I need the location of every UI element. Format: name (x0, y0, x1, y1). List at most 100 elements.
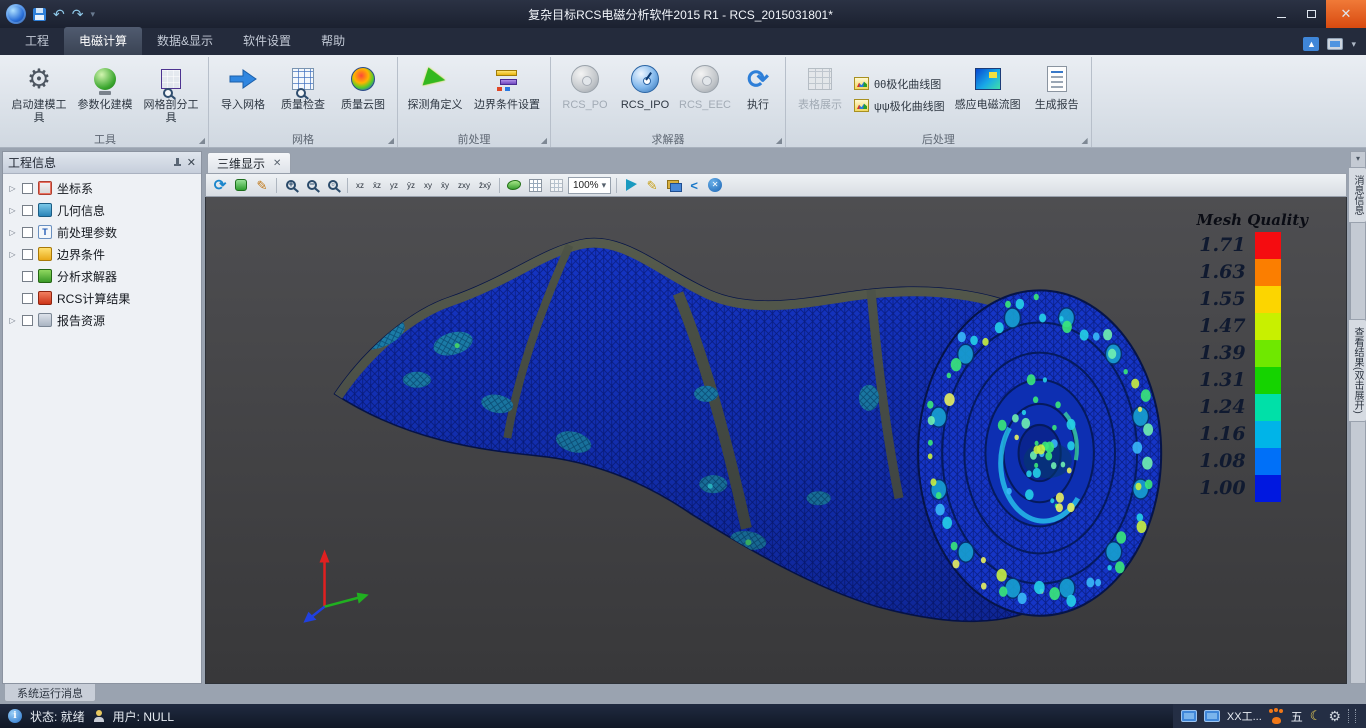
generate-report-button[interactable]: 生成报告 (1028, 59, 1086, 130)
tab-em-computation[interactable]: 电磁计算 (64, 27, 142, 55)
checkbox[interactable] (22, 293, 33, 304)
tree-item-report-resources[interactable]: ▷ 报告资源 (3, 309, 201, 331)
rcs-po-button[interactable]: RCS_PO (556, 59, 614, 130)
checkbox[interactable] (22, 271, 33, 282)
rcs-eec-button[interactable]: RCS_EEC (676, 59, 734, 130)
annotate-button[interactable]: ✎ (643, 176, 661, 194)
redo-icon[interactable]: ↷ (72, 7, 84, 21)
ribbon-options-caret-icon[interactable]: ▾ (1351, 39, 1356, 50)
tab-3d-display[interactable]: 三维显示 ✕ (207, 152, 291, 173)
display-icon[interactable] (1327, 38, 1343, 50)
group-corner-icon: ◢ (1082, 136, 1088, 145)
zoom-in-button[interactable]: + (282, 176, 300, 194)
expander-icon[interactable]: ▷ (8, 250, 17, 259)
rcs-ipo-button[interactable]: RCS_IPO (616, 59, 674, 130)
cancel-view-button[interactable]: ✕ (706, 176, 724, 194)
gear-icon[interactable]: ⚙ (1328, 708, 1341, 725)
view-iso-button[interactable]: zxy (455, 177, 473, 194)
checkbox[interactable] (22, 249, 33, 260)
maximize-button[interactable] (1296, 0, 1326, 28)
tree-item-geometry-info[interactable]: ▷ 几何信息 (3, 199, 201, 221)
chevron-down-icon[interactable]: ▾ (1356, 152, 1360, 167)
tab-project[interactable]: 工程 (10, 27, 64, 55)
checkbox[interactable] (22, 183, 33, 194)
psi-polarization-curve-button[interactable]: ψψ极化曲线图 (854, 98, 945, 114)
theta-polarization-curve-button[interactable]: θθ极化曲线图 (854, 76, 945, 92)
tree-item-preprocess-params[interactable]: ▷ T 前处理参数 (3, 221, 201, 243)
table-display-button[interactable]: 表格展示 (791, 59, 849, 130)
system-message-tab[interactable]: 系统运行消息 (4, 684, 96, 702)
monitor-icon[interactable] (1204, 710, 1220, 722)
panel-title: 工程信息 (8, 154, 167, 171)
flag-icon (626, 179, 637, 191)
shaded-mode-button[interactable] (505, 176, 523, 194)
expander-icon[interactable]: ▷ (8, 184, 17, 193)
probe-angle-button[interactable]: 探测角定义 (403, 59, 467, 130)
document-tab-bar: 三维显示 ✕ (205, 151, 1347, 173)
view-xz-button[interactable]: xz (353, 177, 367, 194)
ime-paw-icon[interactable] (1269, 709, 1284, 724)
edit-view-button[interactable]: ✎ (253, 176, 271, 194)
launch-modeling-tool-button[interactable]: ⚙ 启动建模工具 (7, 59, 71, 130)
mesh-mode-button[interactable] (547, 176, 565, 194)
legend-color-band (1255, 232, 1281, 259)
share-view-button[interactable]: < (685, 176, 703, 194)
tab-help[interactable]: 帮助 (306, 27, 360, 55)
induction-current-map-button[interactable]: 感应电磁流图 (950, 59, 1026, 130)
zoom-level-select[interactable]: 100% ▾ (568, 177, 611, 194)
expander-icon[interactable]: ▷ (8, 206, 17, 215)
checkbox[interactable] (22, 227, 33, 238)
tray-text[interactable]: XX工... (1227, 708, 1262, 724)
tree-item-coordinate-system[interactable]: ▷ 坐标系 (3, 177, 201, 199)
save-icon[interactable] (33, 8, 46, 21)
tray-grip-icon[interactable] (1348, 709, 1356, 723)
view-iso-neg-button[interactable]: z̄xȳ (476, 177, 494, 194)
pin-icon[interactable] (171, 157, 183, 169)
tree-item-analysis-solver[interactable]: 分析求解器 (3, 265, 201, 287)
tab-data-display[interactable]: 数据&显示 (142, 27, 228, 55)
view-xy-button[interactable]: xy (421, 177, 435, 194)
parametric-modeling-button[interactable]: 参数化建模 (73, 59, 137, 130)
view-results-side-tab[interactable]: 查看结果(双击展开) (1349, 319, 1366, 422)
minimize-button[interactable] (1266, 0, 1296, 28)
wireframe-mode-button[interactable] (526, 176, 544, 194)
execute-button[interactable]: ⟳ 执行 (736, 59, 780, 130)
view-flag-button[interactable] (622, 176, 640, 194)
panel-toggle-icon[interactable]: ▲ (1303, 37, 1319, 51)
mesh-model-3d[interactable] (206, 197, 1346, 683)
pan-view-button[interactable] (232, 176, 250, 194)
undo-icon[interactable]: ↶ (53, 7, 65, 21)
boundary-conditions-button[interactable]: 边界条件设置 (469, 59, 545, 130)
monitor-icon[interactable] (1181, 710, 1197, 722)
view-yz-button[interactable]: yz (387, 177, 401, 194)
zoom-window-button[interactable]: ▫ (324, 176, 342, 194)
checkbox[interactable] (22, 205, 33, 216)
tab-software-settings[interactable]: 软件设置 (228, 27, 306, 55)
close-button[interactable]: ✕ (1326, 0, 1366, 28)
view-yz-neg-button[interactable]: ȳz (404, 177, 418, 194)
mesh-partition-tool-button[interactable]: 网格剖分工具 (139, 59, 203, 130)
import-mesh-button[interactable]: 导入网格 (214, 59, 272, 130)
quality-check-button[interactable]: 质量检查 (274, 59, 332, 130)
rotate-view-button[interactable]: ⟳ (211, 176, 229, 194)
tree-item-boundary-conditions[interactable]: ▷ 边界条件 (3, 243, 201, 265)
coordinate-system-icon (38, 181, 52, 195)
expander-icon[interactable]: ▷ (8, 316, 17, 325)
tab-close-icon[interactable]: ✕ (273, 158, 281, 169)
model-cylinder[interactable] (918, 290, 1161, 615)
expander-icon[interactable]: ▷ (8, 228, 17, 237)
group-corner-icon: ◢ (776, 136, 782, 145)
message-info-side-tab[interactable]: 消息信息 (1349, 167, 1366, 223)
quality-cloudmap-button[interactable]: 质量云图 (334, 59, 392, 130)
window-title: 复杂目标RCS电磁分析软件2015 R1 - RCS_2015031801* (95, 6, 1266, 23)
layers-button[interactable] (664, 176, 682, 194)
panel-close-icon[interactable]: ✕ (187, 156, 196, 169)
ime-mode-label[interactable]: 五 (1291, 708, 1303, 725)
view-xy-neg-button[interactable]: x̄y (438, 177, 452, 194)
viewport-3d[interactable]: Mesh Quality 1.71 1.63 1.55 1.47 1.39 1.… (205, 197, 1347, 684)
view-xz-neg-button[interactable]: x̄z (370, 177, 384, 194)
checkbox[interactable] (22, 315, 33, 326)
moon-icon[interactable]: ☾ (1310, 708, 1322, 724)
tree-item-rcs-results[interactable]: RCS计算结果 (3, 287, 201, 309)
zoom-out-button[interactable]: − (303, 176, 321, 194)
